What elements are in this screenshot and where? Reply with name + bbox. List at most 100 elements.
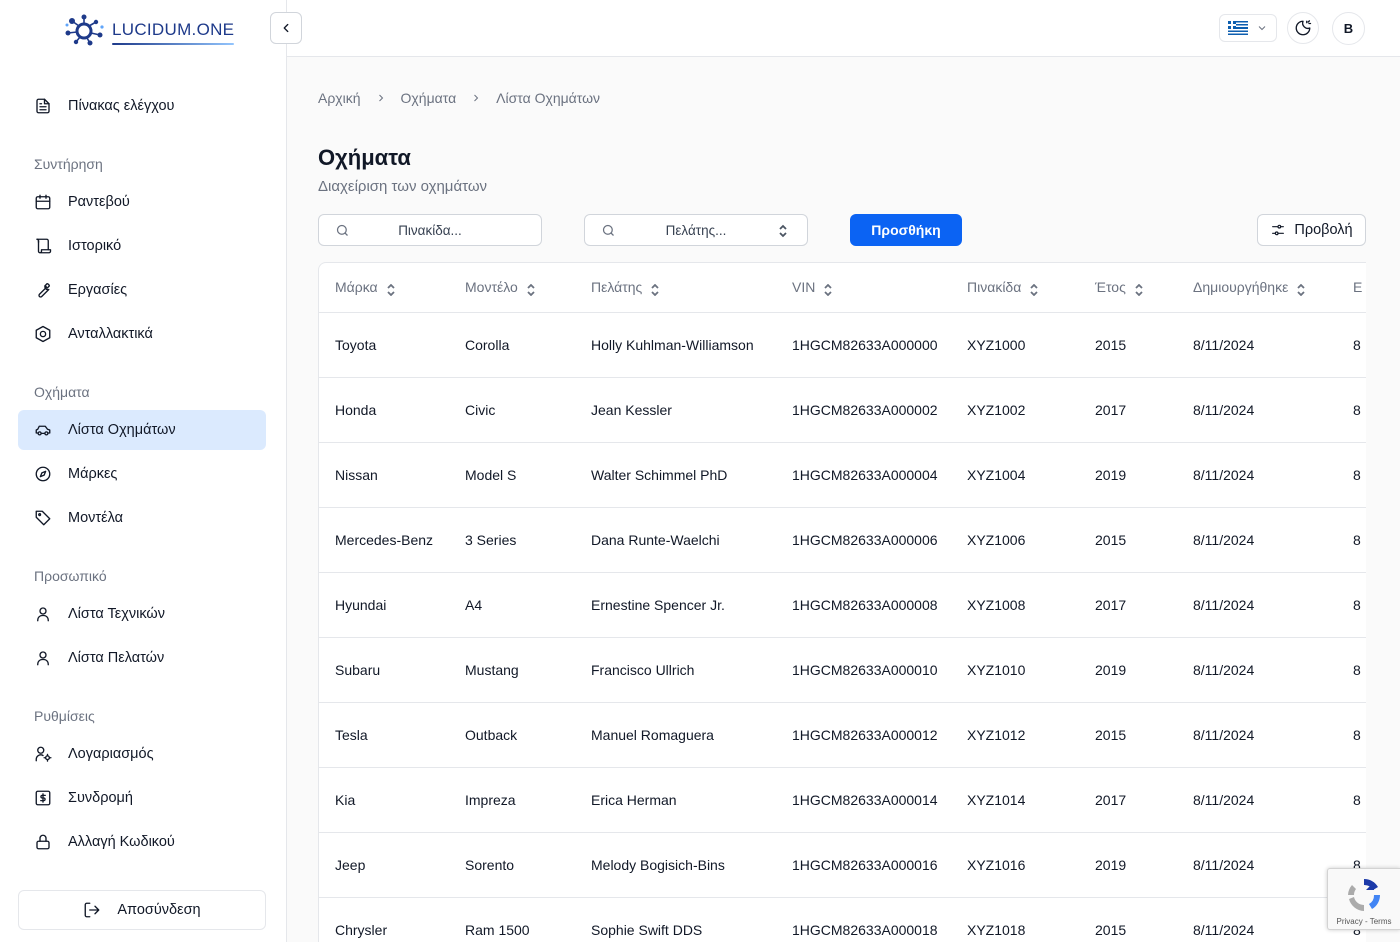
search-icon xyxy=(336,224,348,236)
table-row[interactable]: Kia Impreza Erica Herman 1HGCM82633A000014 X… xyxy=(319,767,1366,833)
sidebar-section-settings: Ρυθμίσεις xyxy=(34,708,95,724)
recaptcha-terms[interactable]: Privacy - Terms xyxy=(1328,917,1400,926)
lock-icon xyxy=(36,834,50,850)
cell-year: 2019 xyxy=(1079,637,1177,703)
cell-model: Corolla xyxy=(449,312,575,378)
table-row[interactable]: Mercedes-Benz 3 Series Dana Runte-Waelchi 1… xyxy=(319,507,1366,573)
column-header-model[interactable]: Μοντέλο xyxy=(449,263,575,313)
cell-model: A4 xyxy=(449,572,575,638)
compass-icon xyxy=(35,466,51,482)
cell-model: Civic xyxy=(449,377,575,443)
cell-plate: XYZ1002 xyxy=(951,377,1079,443)
sliders-icon xyxy=(1272,224,1285,236)
sidebar-item-appointments[interactable]: Ραντεβού xyxy=(18,182,266,222)
table-row[interactable]: Toyota Corolla Holly Kuhlman-Williamson 1HG… xyxy=(319,312,1366,378)
sidebar-item-change-password[interactable]: Αλλαγή Κωδικού xyxy=(18,822,266,862)
sidebar-item-parts[interactable]: Ανταλλακτικά xyxy=(18,314,266,354)
column-header-extra[interactable]: Ε xyxy=(1337,263,1366,313)
cell-extra: 8 xyxy=(1337,377,1366,443)
cell-customer: Erica Herman xyxy=(575,767,776,833)
add-vehicle-button[interactable]: Προσθήκη xyxy=(850,214,962,246)
user-icon xyxy=(37,651,49,666)
cell-brand: Subaru xyxy=(319,637,449,703)
sidebar-item-label: Λίστα Οχημάτων xyxy=(68,422,176,438)
column-header-brand[interactable]: Μάρκα xyxy=(319,263,449,313)
table-row[interactable]: Tesla Outback Manuel Romaguera 1HGCM82633A0… xyxy=(319,702,1366,768)
calendar-icon xyxy=(35,194,51,210)
column-header-vin[interactable]: VIN xyxy=(776,263,951,313)
cell-model: Mustang xyxy=(449,637,575,703)
logout-icon xyxy=(84,902,100,918)
sidebar-item-label: Ανταλλακτικά xyxy=(68,326,153,342)
cell-year: 2015 xyxy=(1079,702,1177,768)
chevron-up-down-icon[interactable] xyxy=(777,224,789,238)
column-header-plate[interactable]: Πινακίδα xyxy=(951,263,1079,313)
theme-toggle-button[interactable] xyxy=(1287,12,1319,44)
collapse-sidebar-button[interactable] xyxy=(270,12,302,44)
sidebar-section-vehicles: Οχήματα xyxy=(34,384,90,400)
cell-extra: 8 xyxy=(1337,572,1366,638)
cell-created: 8/11/2024 xyxy=(1177,767,1337,833)
language-select[interactable] xyxy=(1219,14,1277,42)
view-options-button[interactable]: Προβολή xyxy=(1257,214,1366,246)
tag-icon xyxy=(35,510,51,526)
sidebar-item-label: Συνδρομή xyxy=(68,790,133,806)
cell-created: 8/11/2024 xyxy=(1177,312,1337,378)
cell-brand: Kia xyxy=(319,767,449,833)
sidebar-item-account[interactable]: Λογαριασμός xyxy=(18,734,266,774)
sidebar-item-dashboard[interactable]: Πίνακας ελέγχου xyxy=(18,86,266,126)
car-icon xyxy=(35,425,51,436)
sidebar-item-brands[interactable]: Μάρκες xyxy=(18,454,266,494)
recaptcha-badge[interactable]: Privacy - Terms xyxy=(1327,868,1400,930)
table-row[interactable]: Subaru Mustang Francisco Ullrich 1HGCM82633… xyxy=(319,637,1366,703)
breadcrumb: Αρχική Οχήματα Λίστα Οχημάτων xyxy=(318,90,600,106)
avatar[interactable]: B xyxy=(1332,12,1365,45)
table-row[interactable]: Chrysler Ram 1500 Sophie Swift DDS 1HGCM826… xyxy=(319,897,1366,942)
logout-button[interactable]: Αποσύνδεση xyxy=(18,890,266,930)
cell-plate: XYZ1014 xyxy=(951,767,1079,833)
sidebar-item-vehicle-list[interactable]: Λίστα Οχημάτων xyxy=(18,410,266,450)
customer-search-input[interactable] xyxy=(585,215,807,245)
cell-year: 2017 xyxy=(1079,572,1177,638)
sort-icon xyxy=(387,283,395,296)
cell-model: 3 Series xyxy=(449,507,575,573)
cell-extra: 8 xyxy=(1337,767,1366,833)
plate-search-input[interactable] xyxy=(319,215,541,245)
sidebar-item-subscription[interactable]: Συνδρομή xyxy=(18,778,266,818)
breadcrumb-vehicles[interactable]: Οχήματα xyxy=(401,90,457,106)
column-header-created[interactable]: Δημιουργήθηκε xyxy=(1177,263,1337,313)
cell-plate: XYZ1000 xyxy=(951,312,1079,378)
sort-icon xyxy=(1297,283,1305,296)
logo-icon xyxy=(65,14,104,46)
table-row[interactable]: Hyundai A4 Ernestine Spencer Jr. 1HGCM82633… xyxy=(319,572,1366,638)
recaptcha-icon xyxy=(1348,878,1381,911)
sidebar-item-tasks[interactable]: Εργασίες xyxy=(18,270,266,310)
table-row[interactable]: Nissan Model S Walter Schimmel PhD 1HGCM826… xyxy=(319,442,1366,508)
cell-model: Impreza xyxy=(449,767,575,833)
sidebar-item-history[interactable]: Ιστορικό xyxy=(18,226,266,266)
view-options-label: Προβολή xyxy=(1294,222,1353,238)
wrench-icon xyxy=(38,282,51,298)
chevron-right-icon xyxy=(474,94,479,102)
sidebar-item-technicians[interactable]: Λίστα Τεχνικών xyxy=(18,594,266,634)
sort-icon xyxy=(651,283,659,296)
sidebar-item-customers[interactable]: Λίστα Πελατών xyxy=(18,638,266,678)
sidebar-item-models[interactable]: Μοντέλα xyxy=(18,498,266,538)
table-row[interactable]: Honda Civic Jean Kessler 1HGCM82633A000002 X… xyxy=(319,377,1366,443)
cell-customer: Francisco Ullrich xyxy=(575,637,776,703)
cell-plate: XYZ1008 xyxy=(951,572,1079,638)
table-row[interactable]: Jeep Sorento Melody Bogisich-Bins 1HGCM8263… xyxy=(319,832,1366,898)
chevron-right-icon xyxy=(378,94,383,102)
brand-logo[interactable]: LUCIDUM.ONE xyxy=(64,12,235,48)
sidebar-item-label: Εργασίες xyxy=(68,282,128,298)
column-header-year[interactable]: Έτος xyxy=(1079,263,1177,313)
cell-model: Outback xyxy=(449,702,575,768)
document-icon xyxy=(36,98,50,114)
breadcrumb-current: Λίστα Οχημάτων xyxy=(496,90,601,106)
cell-vin: 1HGCM82633A000012 xyxy=(776,702,951,768)
column-header-customer[interactable]: Πελάτης xyxy=(575,263,776,313)
cell-plate: XYZ1004 xyxy=(951,442,1079,508)
cell-vin: 1HGCM82633A000018 xyxy=(776,897,951,942)
breadcrumb-home[interactable]: Αρχική xyxy=(318,90,361,106)
cell-model: Model S xyxy=(449,442,575,508)
